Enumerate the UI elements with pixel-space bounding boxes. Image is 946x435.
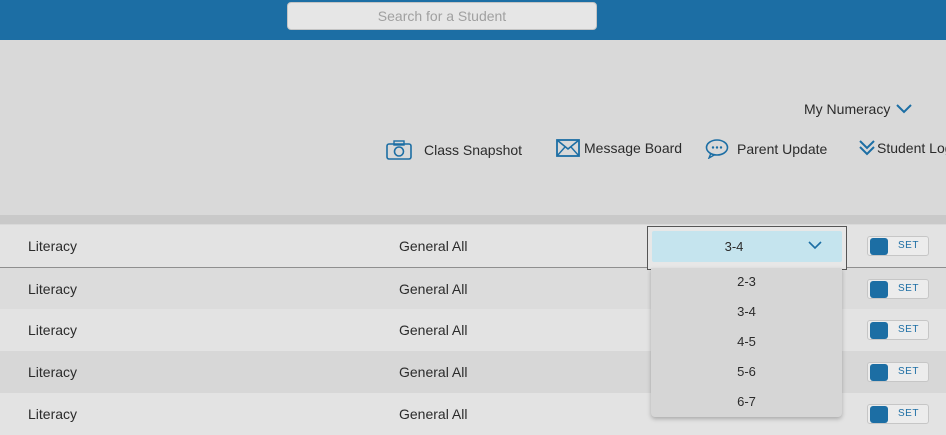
level-select-value: 3-4 <box>724 239 744 254</box>
level-dropdown-menu: 2-3 3-4 4-5 5-6 6-7 <box>651 268 842 417</box>
level-select[interactable]: 3-4 <box>647 226 847 270</box>
toggle-label: SET <box>898 408 919 419</box>
camera-icon <box>386 140 412 160</box>
dropdown-option[interactable]: 6-7 <box>651 394 842 409</box>
dropdown-option[interactable]: 4-5 <box>651 334 842 349</box>
parent-update-label: Parent Update <box>737 141 828 157</box>
group-cell: General All <box>399 406 468 422</box>
set-toggle[interactable]: SET <box>867 236 929 256</box>
toggle-knob <box>870 322 888 339</box>
toggle-knob <box>870 281 888 298</box>
group-cell: General All <box>399 364 468 380</box>
subject-cell: Literacy <box>28 364 78 380</box>
level-select-value-box[interactable]: 3-4 <box>652 231 842 262</box>
toggle-label: SET <box>898 283 919 294</box>
set-toggle[interactable]: SET <box>867 362 929 382</box>
dropdown-option[interactable]: 5-6 <box>651 364 842 379</box>
chat-bubble-icon <box>705 139 729 159</box>
chevron-down-icon <box>808 241 822 250</box>
top-bar <box>0 0 946 40</box>
parent-update-button[interactable]: Parent Update <box>705 139 827 159</box>
student-log-label: Student Log <box>877 140 946 156</box>
class-snapshot-button[interactable]: Class Snapshot <box>386 139 522 161</box>
my-numeracy-menu[interactable]: My Numeracy <box>804 101 913 117</box>
group-cell: General All <box>399 281 468 297</box>
subject-cell: Literacy <box>28 322 78 338</box>
toggle-knob <box>870 364 888 381</box>
set-toggle[interactable]: SET <box>867 320 929 340</box>
toggle-knob <box>870 406 888 423</box>
group-cell: General All <box>399 238 468 254</box>
toggle-label: SET <box>898 240 919 251</box>
toggle-knob <box>870 238 888 255</box>
student-log-button[interactable]: Student Log <box>858 139 946 157</box>
dropdown-option[interactable]: 2-3 <box>651 274 842 289</box>
toggle-label: SET <box>898 324 919 335</box>
set-toggle[interactable]: SET <box>867 279 929 299</box>
set-toggle[interactable]: SET <box>867 404 929 424</box>
subject-cell: Literacy <box>28 406 78 422</box>
toggle-label: SET <box>898 366 919 377</box>
dropdown-option[interactable]: 3-4 <box>651 304 842 319</box>
class-snapshot-label: Class Snapshot <box>424 142 523 158</box>
message-board-label: Message Board <box>584 140 683 156</box>
envelope-icon <box>556 139 580 157</box>
my-numeracy-label: My Numeracy <box>804 101 891 117</box>
chevron-down-icon <box>896 104 913 114</box>
double-chevron-down-icon <box>859 140 875 156</box>
section-divider <box>0 215 946 224</box>
group-cell: General All <box>399 322 468 338</box>
message-board-button[interactable]: Message Board <box>556 139 682 157</box>
subject-cell: Literacy <box>28 238 78 254</box>
search-input[interactable] <box>287 2 597 30</box>
subject-cell: Literacy <box>28 281 78 297</box>
